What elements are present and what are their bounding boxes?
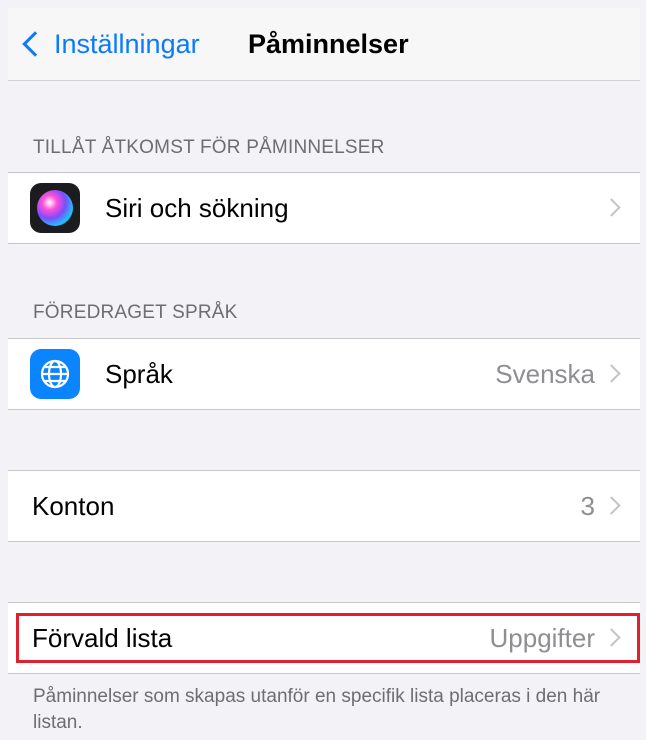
row-label: Konton bbox=[32, 490, 115, 521]
chevron-right-icon bbox=[602, 628, 621, 647]
default-list-row[interactable]: Förvald lista Uppgifter bbox=[8, 602, 640, 674]
row-value: Uppgifter bbox=[489, 622, 596, 653]
chevron-right-icon bbox=[602, 496, 621, 515]
row-label: Siri och sökning bbox=[105, 192, 289, 223]
row-label: Språk bbox=[105, 358, 173, 389]
chevron-right-icon bbox=[602, 364, 621, 383]
siri-search-row[interactable]: Siri och sökning bbox=[8, 172, 640, 244]
row-value: 3 bbox=[580, 490, 595, 521]
chevron-right-icon bbox=[602, 198, 621, 217]
chevron-left-icon bbox=[22, 31, 48, 57]
row-value: Svenska bbox=[495, 358, 595, 389]
section-header-access: TILLÅT ÅTKOMST FÖR PÅMINNELSER bbox=[33, 137, 385, 158]
back-button[interactable]: Inställningar bbox=[18, 26, 200, 62]
language-row[interactable]: Språk Svenska bbox=[8, 338, 640, 410]
back-button-label: Inställningar bbox=[54, 28, 200, 59]
navigation-bar: Inställningar Påminnelser bbox=[8, 8, 640, 81]
section-footer: Påminnelser som skapas utanför en specif… bbox=[33, 686, 601, 733]
page-title: Påminnelser bbox=[248, 29, 409, 59]
siri-icon bbox=[30, 183, 80, 233]
globe-icon bbox=[30, 349, 80, 399]
accounts-row[interactable]: Konton 3 bbox=[8, 470, 640, 542]
section-header-language: FÖREDRAGET SPRÅK bbox=[33, 302, 238, 323]
row-label: Förvald lista bbox=[32, 622, 173, 653]
